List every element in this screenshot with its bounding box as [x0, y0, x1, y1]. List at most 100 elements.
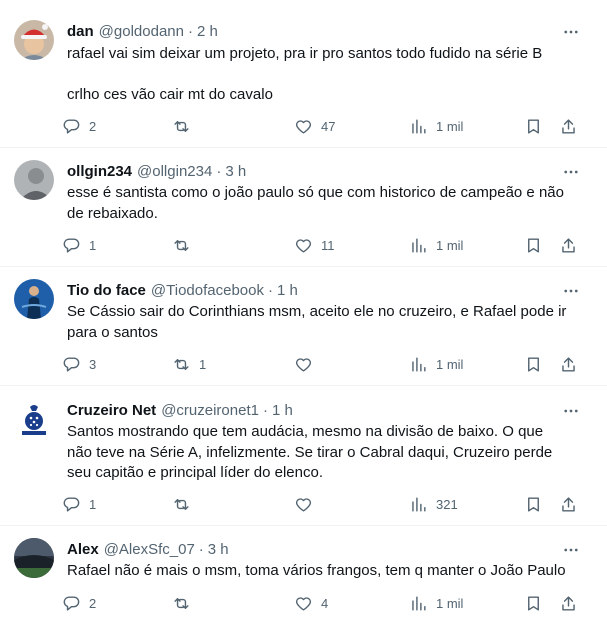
- user-handle[interactable]: @cruzeironet1: [161, 402, 259, 419]
- views-icon: [412, 237, 426, 253]
- tweet-text: rafael vai sim deixar um projeto, pra ir…: [67, 44, 587, 105]
- reply-button[interactable]: 3: [62, 352, 96, 376]
- reply-button[interactable]: 2: [62, 591, 96, 615]
- grey-portrait-avatar-icon: [14, 160, 54, 200]
- view-count: 1 mil: [436, 118, 464, 134]
- tweet-text-line: de rebaixado.: [67, 204, 158, 222]
- views-button[interactable]: 321: [409, 492, 458, 516]
- more-options-button[interactable]: [557, 22, 585, 42]
- avatar[interactable]: [14, 160, 54, 200]
- timestamp[interactable]: 2 h: [197, 23, 218, 40]
- tweet-header: Tio do face @Tiodofacebook · 1 h: [67, 280, 298, 300]
- tweet-text-line: seu capitão e principal líder do elenco.: [67, 464, 323, 481]
- avatar[interactable]: [14, 279, 54, 319]
- retweet-button[interactable]: 1: [172, 352, 206, 376]
- tweet-text-line: Se Cássio sair do Corinthians msm, aceit…: [67, 303, 567, 320]
- like-count: 47: [321, 118, 336, 134]
- bookmark-button[interactable]: [524, 352, 543, 376]
- avatar[interactable]: [14, 538, 54, 578]
- user-handle[interactable]: @goldodann: [99, 23, 184, 40]
- share-button[interactable]: [559, 591, 578, 615]
- share-button[interactable]: [559, 114, 578, 138]
- views-button[interactable]: 1 mil: [409, 233, 463, 257]
- more-options-button[interactable]: [557, 162, 585, 182]
- bookmark-button[interactable]: [524, 233, 543, 257]
- retweet-button[interactable]: [172, 233, 199, 257]
- more-icon: [564, 548, 578, 552]
- tweet[interactable]: ollgin234 @ollgin234 · 3 h esse é santis…: [0, 148, 607, 267]
- timestamp[interactable]: 3 h: [225, 163, 246, 180]
- timestamp[interactable]: 1 h: [272, 402, 293, 419]
- retweet-button[interactable]: [172, 591, 199, 615]
- more-options-button[interactable]: [557, 401, 585, 421]
- share-icon: [562, 595, 575, 611]
- like-button[interactable]: [294, 492, 321, 516]
- avatar[interactable]: [14, 20, 54, 60]
- retweet-button[interactable]: [172, 492, 199, 516]
- tweet-header: Alex @AlexSfc_07 · 3 h: [67, 539, 229, 559]
- timestamp[interactable]: 1 h: [277, 282, 298, 299]
- tweet-text-line: Rafael não é mais o msm, toma vários fra…: [67, 562, 566, 579]
- separator: ·: [267, 281, 273, 299]
- user-handle[interactable]: @Tiodofacebook: [151, 282, 264, 299]
- share-icon: [562, 237, 575, 253]
- tweet[interactable]: dan @goldodann · 2 h rafael vai sim deix…: [0, 0, 607, 148]
- tweet[interactable]: Alex @AlexSfc_07 · 3 h Rafael não é mais…: [0, 526, 607, 617]
- bookmark-button[interactable]: [524, 591, 543, 615]
- reply-button[interactable]: 2: [62, 114, 96, 138]
- heart-icon: [296, 357, 311, 372]
- tweet-text-line: para o santos: [67, 323, 158, 341]
- more-options-button[interactable]: [557, 540, 585, 560]
- heart-icon: [296, 238, 311, 253]
- more-icon: [564, 289, 578, 293]
- separator: ·: [187, 22, 193, 40]
- views-button[interactable]: 1 mil: [409, 114, 463, 138]
- like-button[interactable]: 47: [294, 114, 335, 138]
- reply-count: 1: [89, 237, 97, 253]
- like-count: 11: [321, 237, 335, 253]
- like-button[interactable]: 11: [294, 233, 335, 257]
- reply-button[interactable]: 1: [62, 233, 96, 257]
- tweet-actions: 1 321: [62, 492, 592, 516]
- avatar[interactable]: [14, 400, 54, 440]
- views-icon: [412, 496, 426, 512]
- display-name[interactable]: dan: [67, 23, 94, 40]
- santa-hat-avatar-icon: [14, 20, 54, 60]
- like-button[interactable]: [294, 352, 321, 376]
- share-button[interactable]: [559, 352, 578, 376]
- tweet[interactable]: Cruzeiro Net @cruzeironet1 · 1 h Santos …: [0, 386, 607, 526]
- tweet-actions: 2 47 1 mil: [62, 114, 592, 138]
- user-handle[interactable]: @AlexSfc_07: [104, 541, 195, 558]
- views-button[interactable]: 1 mil: [409, 591, 463, 615]
- timestamp[interactable]: 3 h: [208, 541, 229, 558]
- display-name[interactable]: Alex: [67, 541, 99, 558]
- views-icon: [412, 356, 426, 372]
- tweet[interactable]: Tio do face @Tiodofacebook · 1 h Se Cáss…: [0, 267, 607, 386]
- more-options-button[interactable]: [557, 281, 585, 301]
- display-name[interactable]: Cruzeiro Net: [67, 402, 156, 419]
- bookmark-icon: [528, 595, 539, 611]
- retweet-button[interactable]: [172, 114, 199, 138]
- like-button[interactable]: 4: [294, 591, 328, 615]
- user-handle[interactable]: @ollgin234: [137, 163, 212, 180]
- display-name[interactable]: ollgin234: [67, 163, 132, 180]
- reply-icon: [63, 595, 80, 611]
- tweet-actions: 2 4 1 mil: [62, 591, 592, 615]
- retweet-icon: [174, 358, 189, 370]
- reply-button[interactable]: 1: [62, 492, 96, 516]
- tweet-text: Se Cássio sair do Corinthians msm, aceit…: [67, 302, 587, 343]
- tweet-text-line: rafael vai sim deixar um projeto, pra ir…: [67, 45, 543, 62]
- share-button[interactable]: [559, 233, 578, 257]
- tweet-header: dan @goldodann · 2 h: [67, 21, 218, 41]
- share-button[interactable]: [559, 492, 578, 516]
- reply-feed: dan @goldodann · 2 h rafael vai sim deix…: [0, 0, 607, 617]
- views-button[interactable]: 1 mil: [409, 352, 463, 376]
- tweet-text: Rafael não é mais o msm, toma vários fra…: [67, 561, 587, 582]
- bookmark-button[interactable]: [524, 492, 543, 516]
- tweet-text: esse é santista como o joão paulo só que…: [67, 183, 587, 224]
- reply-icon: [63, 118, 80, 134]
- reply-count: 3: [89, 356, 97, 372]
- separator: ·: [262, 401, 268, 419]
- display-name[interactable]: Tio do face: [67, 282, 146, 299]
- bookmark-button[interactable]: [524, 114, 543, 138]
